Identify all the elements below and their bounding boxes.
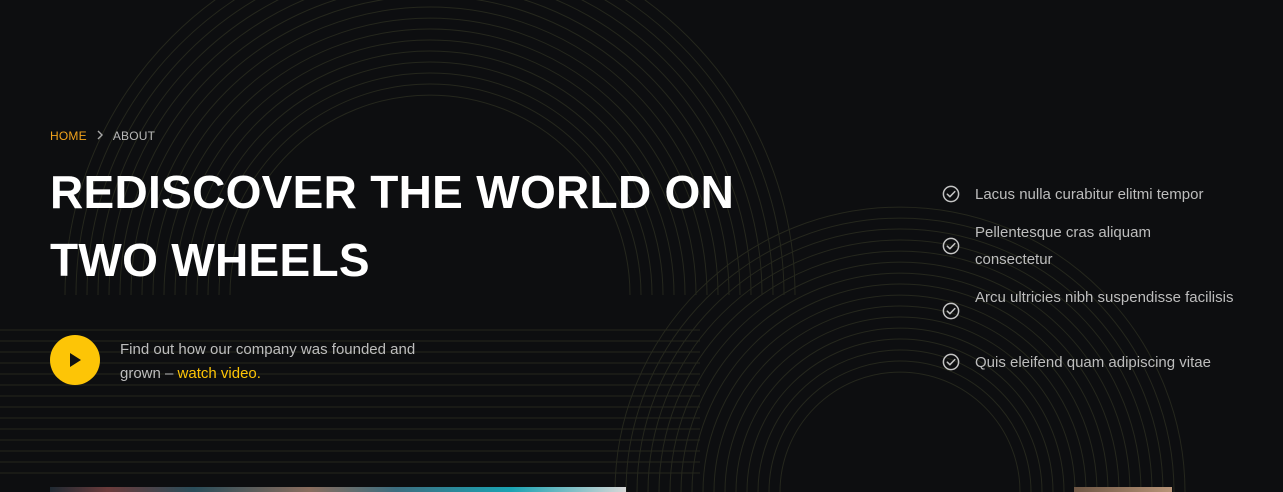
- feature-text: Arcu ultricies nibh suspendisse facilisi…: [975, 289, 1234, 306]
- check-circle-icon: [942, 237, 960, 255]
- feature-text: Lacus nulla curabitur elitmi tempor: [975, 186, 1204, 203]
- chevron-right-icon: [96, 130, 104, 142]
- page-title-line-2: TWO WHEELS: [50, 234, 370, 286]
- page-title-line-1: REDISCOVER THE WORLD ON: [50, 166, 735, 218]
- gallery-image-right: [1074, 487, 1172, 492]
- play-icon: [70, 353, 81, 367]
- breadcrumb-current: ABOUT: [112, 129, 156, 143]
- page-title: REDISCOVER THE WORLD ON TWO WHEELS: [50, 158, 770, 294]
- hero-section: HOME ABOUT REDISCOVER THE WORLD ON TWO W…: [0, 0, 1283, 492]
- breadcrumb-home-link[interactable]: HOME: [50, 129, 87, 143]
- video-description: Find out how our company was founded and…: [120, 338, 450, 386]
- check-circle-icon: [942, 302, 960, 320]
- check-circle-icon: [942, 185, 960, 203]
- breadcrumb: HOME ABOUT: [50, 129, 155, 143]
- check-circle-icon: [942, 353, 960, 371]
- gallery-image-left: [50, 487, 626, 492]
- feature-text: Pellentesque cras aliquam consectetur: [975, 224, 1151, 268]
- video-description-text: Find out how our company was founded and…: [120, 341, 416, 382]
- watch-video-link[interactable]: watch video.: [178, 365, 261, 382]
- feature-text: Quis eleifend quam adipiscing vitae: [975, 354, 1211, 371]
- play-video-button[interactable]: [50, 335, 100, 385]
